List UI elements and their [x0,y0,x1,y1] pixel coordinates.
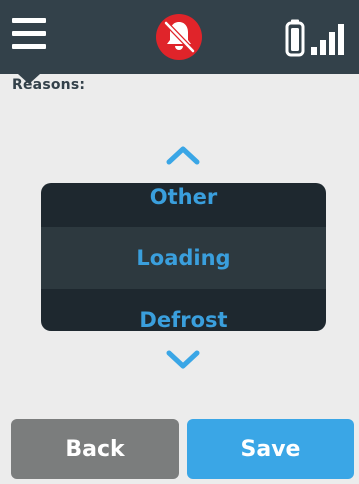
reasons-label: Reasons: [12,77,86,93]
battery-icon [285,19,305,57]
signal-strength-icon [311,24,344,55]
chevron-down-icon[interactable] [166,350,200,370]
top-bar [0,0,359,74]
picker-option-next[interactable]: Defrost [41,307,326,331]
back-button[interactable]: Back [11,419,179,479]
status-icons [285,19,344,57]
reason-picker[interactable]: Other Loading Defrost [41,183,326,331]
alarm-muted-icon[interactable] [155,13,203,61]
chevron-up-icon[interactable] [166,145,200,165]
picker-option-prev[interactable]: Other [41,184,326,210]
hamburger-menu-icon[interactable] [12,18,46,50]
picker-option-selected[interactable]: Loading [41,245,326,271]
save-button[interactable]: Save [187,419,354,479]
